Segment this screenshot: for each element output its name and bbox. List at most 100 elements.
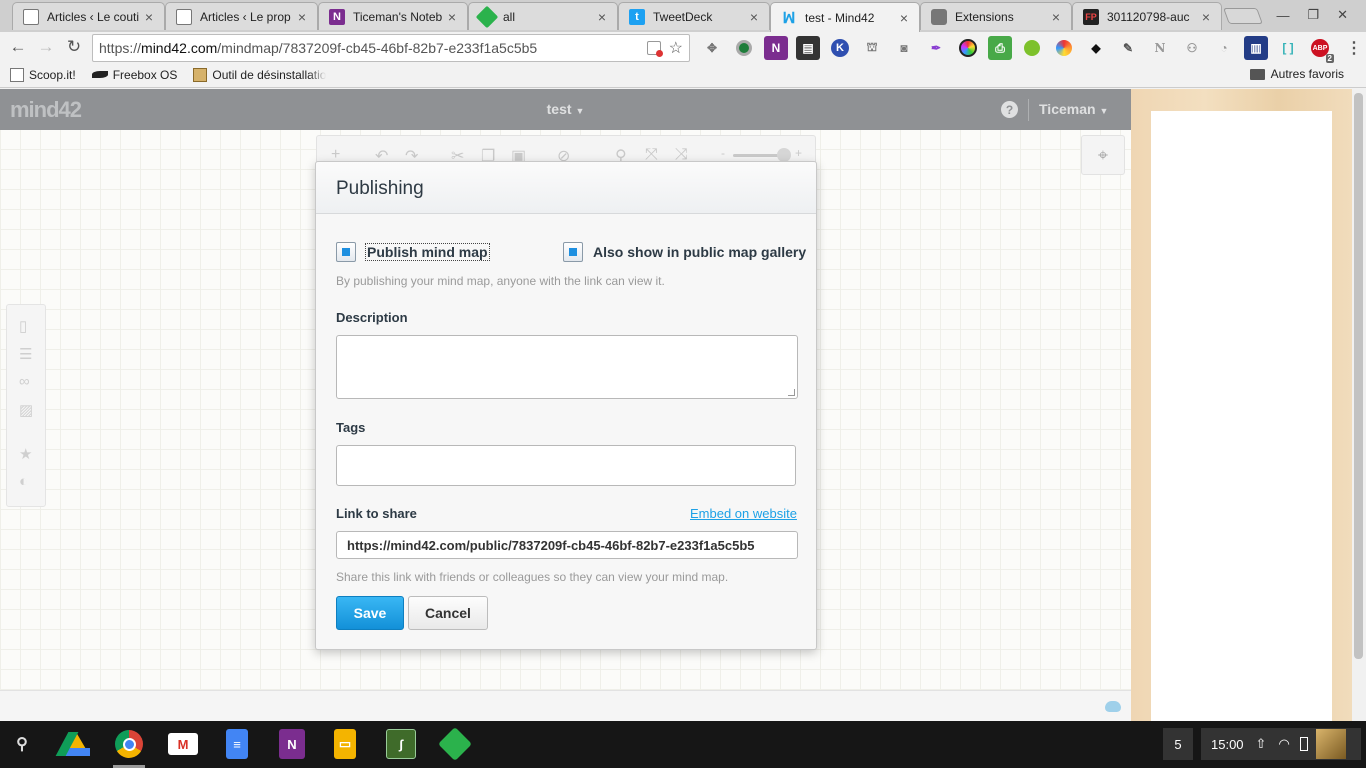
close-icon[interactable]: × xyxy=(747,9,761,25)
list-icon[interactable]: ☰ xyxy=(19,345,32,363)
note-icon[interactable]: ▯ xyxy=(19,317,27,335)
film-icon[interactable]: ▤ xyxy=(796,36,820,60)
quill-icon[interactable]: ✒ xyxy=(924,36,948,60)
close-icon[interactable]: × xyxy=(595,9,609,25)
docs-icon[interactable]: ≡ xyxy=(226,729,248,759)
bookmark-star-icon[interactable]: ☆ xyxy=(669,38,683,58)
share-link-field[interactable]: https://mind42.com/public/7837209f-cb45-… xyxy=(336,531,798,559)
resize-handle-icon[interactable] xyxy=(788,389,795,396)
close-icon[interactable]: × xyxy=(445,9,459,25)
close-icon[interactable]: × xyxy=(1049,9,1063,25)
fish-icon[interactable]: ◆ xyxy=(1084,36,1108,60)
print-icon[interactable]: ⎙ xyxy=(988,36,1012,60)
bookmark-scoopit[interactable]: Scoop.it! xyxy=(10,67,76,82)
tab-document[interactable]: FP 301120798-auc × xyxy=(1072,2,1222,30)
tags-input[interactable] xyxy=(336,445,796,486)
restore-icon[interactable]: ❐ xyxy=(1307,7,1319,23)
new-tab-button[interactable] xyxy=(1223,8,1263,24)
search-icon[interactable]: ⚲ xyxy=(7,729,37,759)
link-icon[interactable]: ∞ xyxy=(19,373,30,390)
back-button[interactable]: ← xyxy=(4,33,32,61)
onenote-icon[interactable]: N xyxy=(279,729,305,759)
publish-checkbox[interactable] xyxy=(336,242,356,262)
tags-label: Tags xyxy=(336,420,366,435)
circle-icon[interactable] xyxy=(732,36,756,60)
close-icon[interactable]: × xyxy=(897,10,911,26)
tab-articles-2[interactable]: Articles ‹ Le prop × xyxy=(165,2,318,30)
tab-onenote[interactable]: N Ticeman's Noteb × xyxy=(318,2,468,30)
close-icon[interactable]: × xyxy=(295,9,309,25)
publish-label[interactable]: Publish mind map xyxy=(365,243,490,261)
bracket-icon[interactable]: [ ] xyxy=(1276,36,1300,60)
stylus-icon[interactable]: ʃ xyxy=(386,729,416,759)
zoom-out-icon[interactable]: - xyxy=(721,146,725,160)
close-icon[interactable]: × xyxy=(1199,9,1213,25)
tab-feedly[interactable]: all × xyxy=(468,2,618,30)
color-icon[interactable] xyxy=(956,36,980,60)
browser-toolbar: ← → ↻ https://mind42.com/mindmap/7837209… xyxy=(0,32,1366,63)
cancel-button[interactable]: Cancel xyxy=(408,596,488,630)
forward-button[interactable]: → xyxy=(32,33,60,61)
chrome-icon[interactable] xyxy=(114,729,144,759)
save-button[interactable]: Save xyxy=(336,596,404,630)
abp-icon[interactable]: ABP 2 xyxy=(1308,36,1334,63)
users-icon[interactable]: ⚇ xyxy=(1180,36,1204,60)
center-map-button[interactable]: ⌖ xyxy=(1081,135,1125,175)
blocked-icon[interactable] xyxy=(646,41,663,57)
reload-button[interactable]: ↻ xyxy=(60,33,88,61)
upload-icon: ⇧ xyxy=(1255,736,1267,751)
notification-count[interactable]: 5 xyxy=(1163,728,1193,760)
menu-icon[interactable]: ⋮ xyxy=(1342,36,1366,60)
palette-icon[interactable]: ◐ xyxy=(19,473,28,490)
close-icon[interactable]: × xyxy=(142,9,156,25)
other-bookmarks[interactable]: Autres favoris xyxy=(1249,67,1344,81)
dot-icon[interactable] xyxy=(1020,36,1044,60)
gallery-label[interactable]: Also show in public map gallery xyxy=(593,244,806,260)
bookmark-freebox[interactable]: Freebox OS xyxy=(91,68,177,82)
chat-icon[interactable]: ⛫ xyxy=(860,36,884,60)
zoom-in-icon[interactable]: + xyxy=(795,146,802,160)
tab-mind42[interactable]: ꟽ test - Mind42 × xyxy=(770,2,920,32)
help-icon[interactable]: ? xyxy=(1001,101,1018,118)
book-icon[interactable]: ▥ xyxy=(1244,36,1268,60)
image-icon[interactable]: ▨ xyxy=(19,401,33,419)
slides-icon[interactable]: ▭ xyxy=(334,729,356,759)
rss-icon[interactable]: ◔ xyxy=(1212,36,1236,60)
colorzilla-icon[interactable] xyxy=(1052,36,1076,60)
embed-link[interactable]: Embed on website xyxy=(690,506,797,521)
tab-extensions[interactable]: Extensions × xyxy=(920,2,1072,30)
star-icon[interactable]: ★ xyxy=(19,445,32,463)
map-title-menu[interactable]: test ▼ xyxy=(0,101,1131,117)
k-icon[interactable]: K xyxy=(828,36,852,60)
page-scrollbar[interactable] xyxy=(1352,89,1366,721)
drive-icon[interactable] xyxy=(55,729,91,759)
gmail-icon[interactable]: M xyxy=(168,733,198,755)
description-textarea[interactable] xyxy=(336,335,798,399)
header-divider xyxy=(1028,99,1029,121)
minimize-icon[interactable]: — xyxy=(1276,8,1289,23)
address-bar[interactable]: https://mind42.com/mindmap/7837209f-cb45… xyxy=(92,34,690,62)
pencil-icon[interactable]: ✎ xyxy=(1116,36,1140,60)
gallery-checkbox[interactable] xyxy=(563,242,583,262)
status-tray[interactable]: 15:00 ⇧ ◠ xyxy=(1201,728,1361,760)
camera-icon[interactable]: ◙ xyxy=(892,36,916,60)
zoom-slider-handle[interactable] xyxy=(777,148,791,162)
scrollbar-thumb[interactable] xyxy=(1354,93,1363,659)
close-window-icon[interactable]: ✕ xyxy=(1337,7,1348,23)
user-menu[interactable]: Ticeman ▼ xyxy=(1039,101,1108,117)
n-icon[interactable]: N xyxy=(1148,36,1172,60)
puzzle-icon xyxy=(931,8,947,25)
feedly-icon[interactable] xyxy=(438,727,472,761)
bookmark-tool[interactable]: Outil de désinstallatio xyxy=(193,67,326,82)
url-text[interactable]: https://mind42.com/mindmap/7837209f-cb45… xyxy=(99,40,647,56)
puzzle-icon[interactable]: ✥ xyxy=(700,36,724,60)
browser-chrome: Articles ‹ Le couti × Articles ‹ Le prop ×… xyxy=(0,0,1366,89)
tab-articles-1[interactable]: Articles ‹ Le couti × xyxy=(12,2,165,30)
description-label: Description xyxy=(336,310,408,325)
tab-tweetdeck[interactable]: t TweetDeck × xyxy=(618,2,770,30)
page-icon xyxy=(23,8,39,25)
onenote-icon[interactable]: N xyxy=(764,36,788,60)
link-label: Link to share xyxy=(336,506,417,521)
avatar xyxy=(1315,729,1346,759)
crosshair-icon: ⌖ xyxy=(1097,144,1109,165)
